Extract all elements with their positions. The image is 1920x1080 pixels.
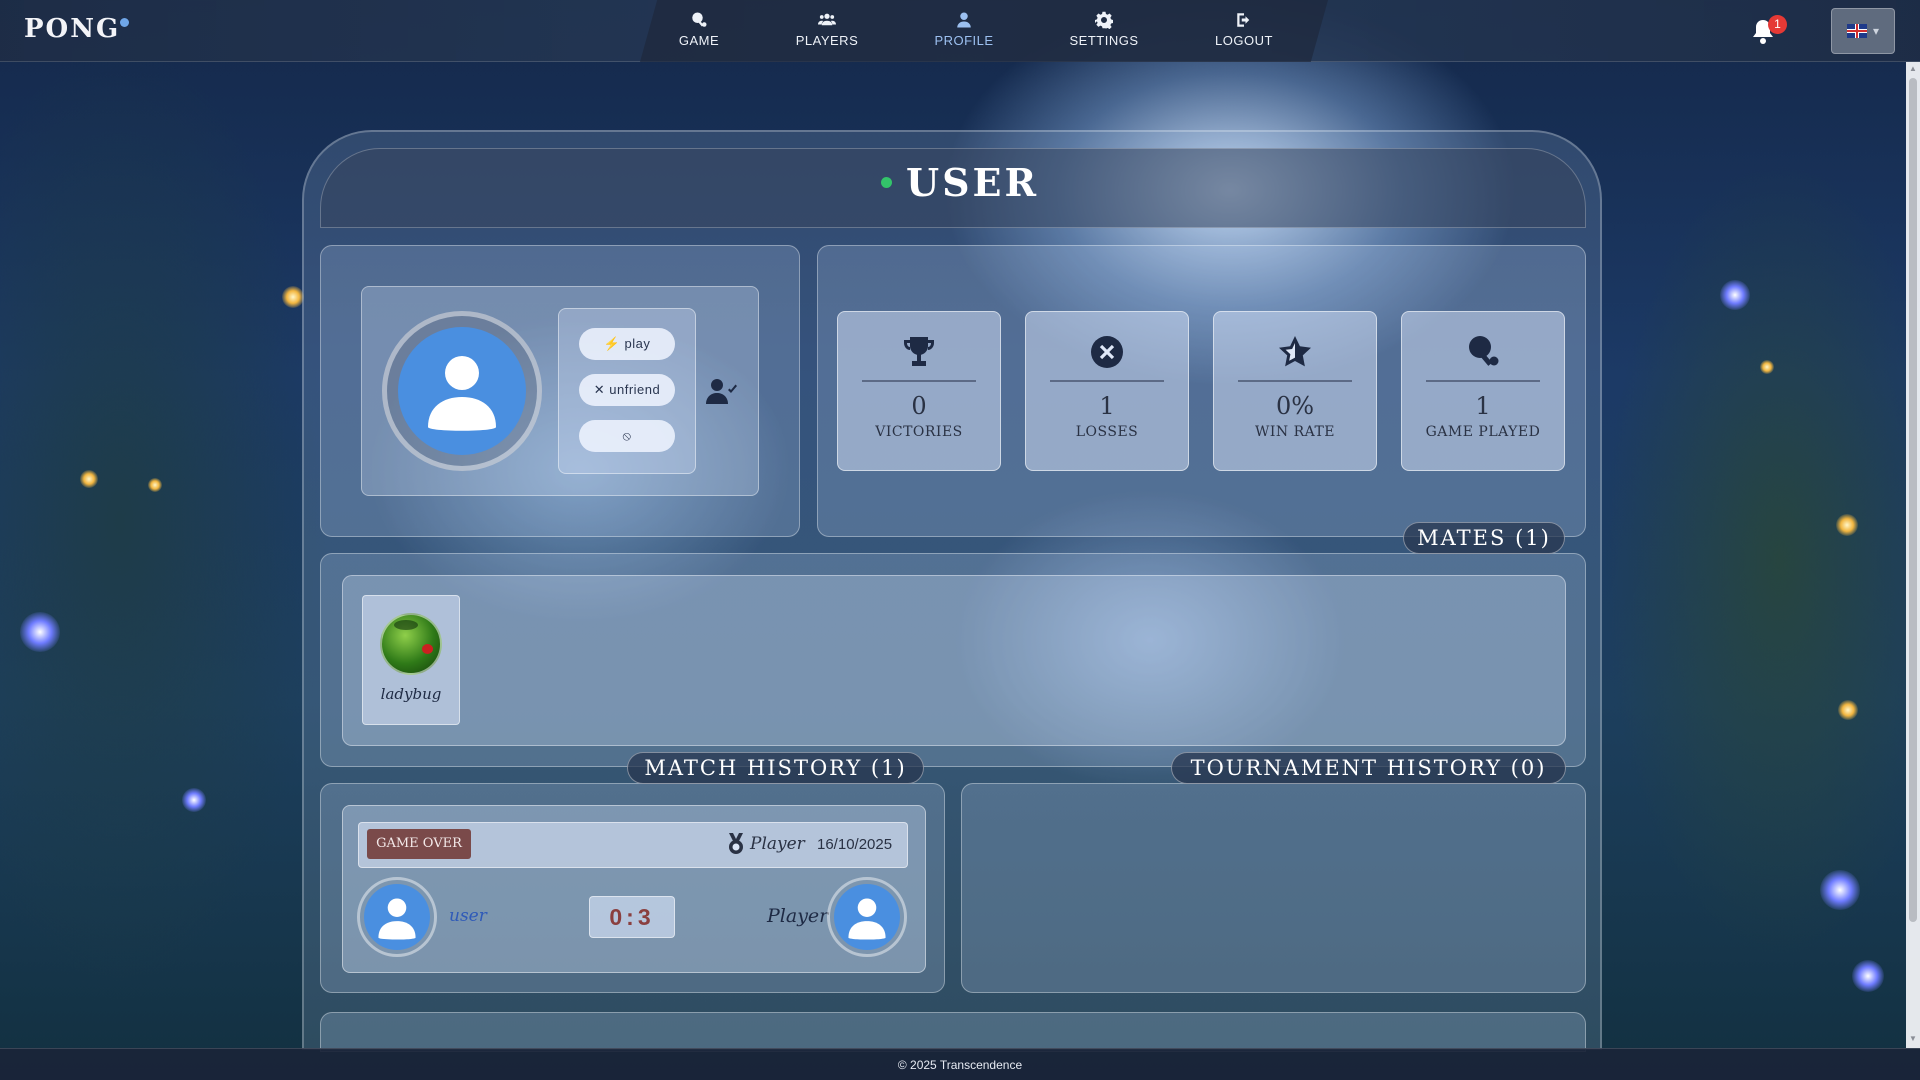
ladybug-icon <box>422 644 433 654</box>
nav-settings[interactable]: SETTINGS <box>1044 11 1164 48</box>
stat-label: LOSSES <box>1075 424 1139 440</box>
mates-heading: MATES (1) <box>1403 522 1565 554</box>
default-avatar-icon <box>848 898 886 940</box>
stat-win-rate: 0% WIN RATE <box>1213 311 1377 471</box>
unfriend-button[interactable]: ✕ unfriend <box>579 374 675 406</box>
app-logo[interactable]: PONG <box>24 14 120 44</box>
block-icon: ⦸ <box>622 428 632 443</box>
stat-value: 0% <box>1275 392 1315 420</box>
match-score: 0:3 <box>589 896 675 938</box>
scroll-up-icon[interactable]: ▲ <box>1908 64 1918 74</box>
stat-divider <box>862 380 976 382</box>
stat-victories: 0 VICTORIES <box>837 311 1001 471</box>
play-button-label: play <box>624 336 651 351</box>
tournament-history-panel <box>961 783 1586 993</box>
firefly-decoration <box>20 612 60 652</box>
trophy-icon <box>838 334 1000 370</box>
user-icon <box>904 11 1024 29</box>
leaf-shadow <box>394 620 418 630</box>
right-player-avatar[interactable] <box>834 884 900 950</box>
stat-divider <box>1238 380 1352 382</box>
scrollbar-thumb[interactable] <box>1909 78 1917 922</box>
next-section-panel <box>320 1012 1586 1052</box>
ping-pong-icon <box>1402 334 1564 370</box>
nav-logout[interactable]: LOGOUT <box>1184 11 1304 48</box>
tournament-history-count: (0) <box>1510 756 1547 780</box>
mates-heading-label: MATES <box>1417 526 1507 550</box>
nav-profile[interactable]: PROFILE <box>904 11 1024 48</box>
stat-label: WIN RATE <box>1254 424 1336 440</box>
online-status-icon <box>880 177 892 188</box>
x-circle-icon <box>1026 334 1188 370</box>
stat-value: 1 <box>1099 392 1115 420</box>
ping-pong-icon <box>639 11 759 29</box>
gear-icon <box>1044 11 1164 29</box>
firefly-decoration <box>1720 280 1750 310</box>
logo-dot-icon <box>120 18 129 27</box>
stat-label: VICTORIES <box>875 424 963 440</box>
firefly-decoration <box>80 470 98 488</box>
firefly-decoration <box>1852 960 1884 992</box>
user-check-icon <box>706 377 738 405</box>
left-player-name[interactable]: user <box>449 906 487 926</box>
stat-value: 0 <box>911 392 927 420</box>
nav-game[interactable]: GAME <box>639 11 759 48</box>
tournament-history-heading: TOURNAMENT HISTORY (0) <box>1171 752 1566 784</box>
left-score: 0 <box>609 904 627 930</box>
firefly-decoration <box>1760 360 1774 374</box>
nav-settings-label: SETTINGS <box>1069 33 1139 48</box>
match-date: 16/10/2025 <box>817 836 893 853</box>
stat-losses: 1 LOSSES <box>1025 311 1189 471</box>
logout-icon <box>1184 11 1304 29</box>
play-button[interactable]: ⚡ play <box>579 328 675 360</box>
firefly-decoration <box>182 788 206 812</box>
close-icon: ✕ <box>593 382 606 397</box>
mates-list <box>342 575 1566 746</box>
right-score: 3 <box>637 904 655 930</box>
default-avatar-icon <box>428 356 496 431</box>
users-icon <box>767 11 887 29</box>
default-avatar-icon <box>378 898 416 940</box>
left-player-avatar[interactable] <box>364 884 430 950</box>
medal-icon <box>727 833 745 855</box>
tournament-history-heading-label: TOURNAMENT HISTORY <box>1190 756 1502 780</box>
nav-players[interactable]: PLAYERS <box>767 11 887 48</box>
match-history-heading: MATCH HISTORY (1) <box>627 752 924 784</box>
top-navbar: PONG GAME PLAYERS PROFILE SETTINGS LOGOU… <box>0 0 1920 62</box>
notification-badge: 1 <box>1768 15 1787 34</box>
nav-game-label: GAME <box>678 33 720 48</box>
firefly-decoration <box>1836 514 1858 536</box>
firefly-decoration <box>282 286 304 308</box>
star-icon <box>1214 334 1376 370</box>
firefly-decoration <box>1838 700 1858 720</box>
block-button[interactable]: ⦸ <box>579 420 675 452</box>
page-title: USER <box>0 160 1920 205</box>
unfriend-button-label: unfriend <box>609 382 661 397</box>
stat-label: GAME PLAYED <box>1425 424 1541 440</box>
language-select[interactable]: ▾ <box>1831 8 1895 54</box>
bolt-icon: ⚡ <box>603 336 621 351</box>
firefly-decoration <box>1820 870 1860 910</box>
mates-count: (1) <box>1515 526 1551 550</box>
nav-profile-label: PROFILE <box>934 33 994 48</box>
match-history-count: (1) <box>870 756 907 780</box>
nav-logout-label: LOGOUT <box>1215 33 1273 48</box>
profile-username: USER <box>905 160 1040 205</box>
match-winner: Player <box>750 834 805 854</box>
nav-players-label: PLAYERS <box>795 33 859 48</box>
footer: © 2025 Transcendence <box>0 1048 1920 1080</box>
chevron-down-icon: ▾ <box>1872 24 1880 38</box>
right-player-name[interactable]: Player <box>767 905 828 927</box>
stat-value: 1 <box>1475 392 1491 420</box>
game-over-badge: GAME OVER <box>367 829 471 859</box>
avatar <box>398 327 526 455</box>
scroll-down-icon[interactable]: ▼ <box>1908 1034 1918 1044</box>
stat-divider <box>1050 380 1164 382</box>
stat-games-played: 1 GAME PLAYED <box>1401 311 1565 471</box>
stat-divider <box>1426 380 1540 382</box>
uk-flag-icon <box>1846 24 1867 38</box>
match-history-heading-label: MATCH HISTORY <box>644 756 863 780</box>
mate-name[interactable]: ladybug <box>362 685 460 703</box>
firefly-decoration <box>148 478 162 492</box>
